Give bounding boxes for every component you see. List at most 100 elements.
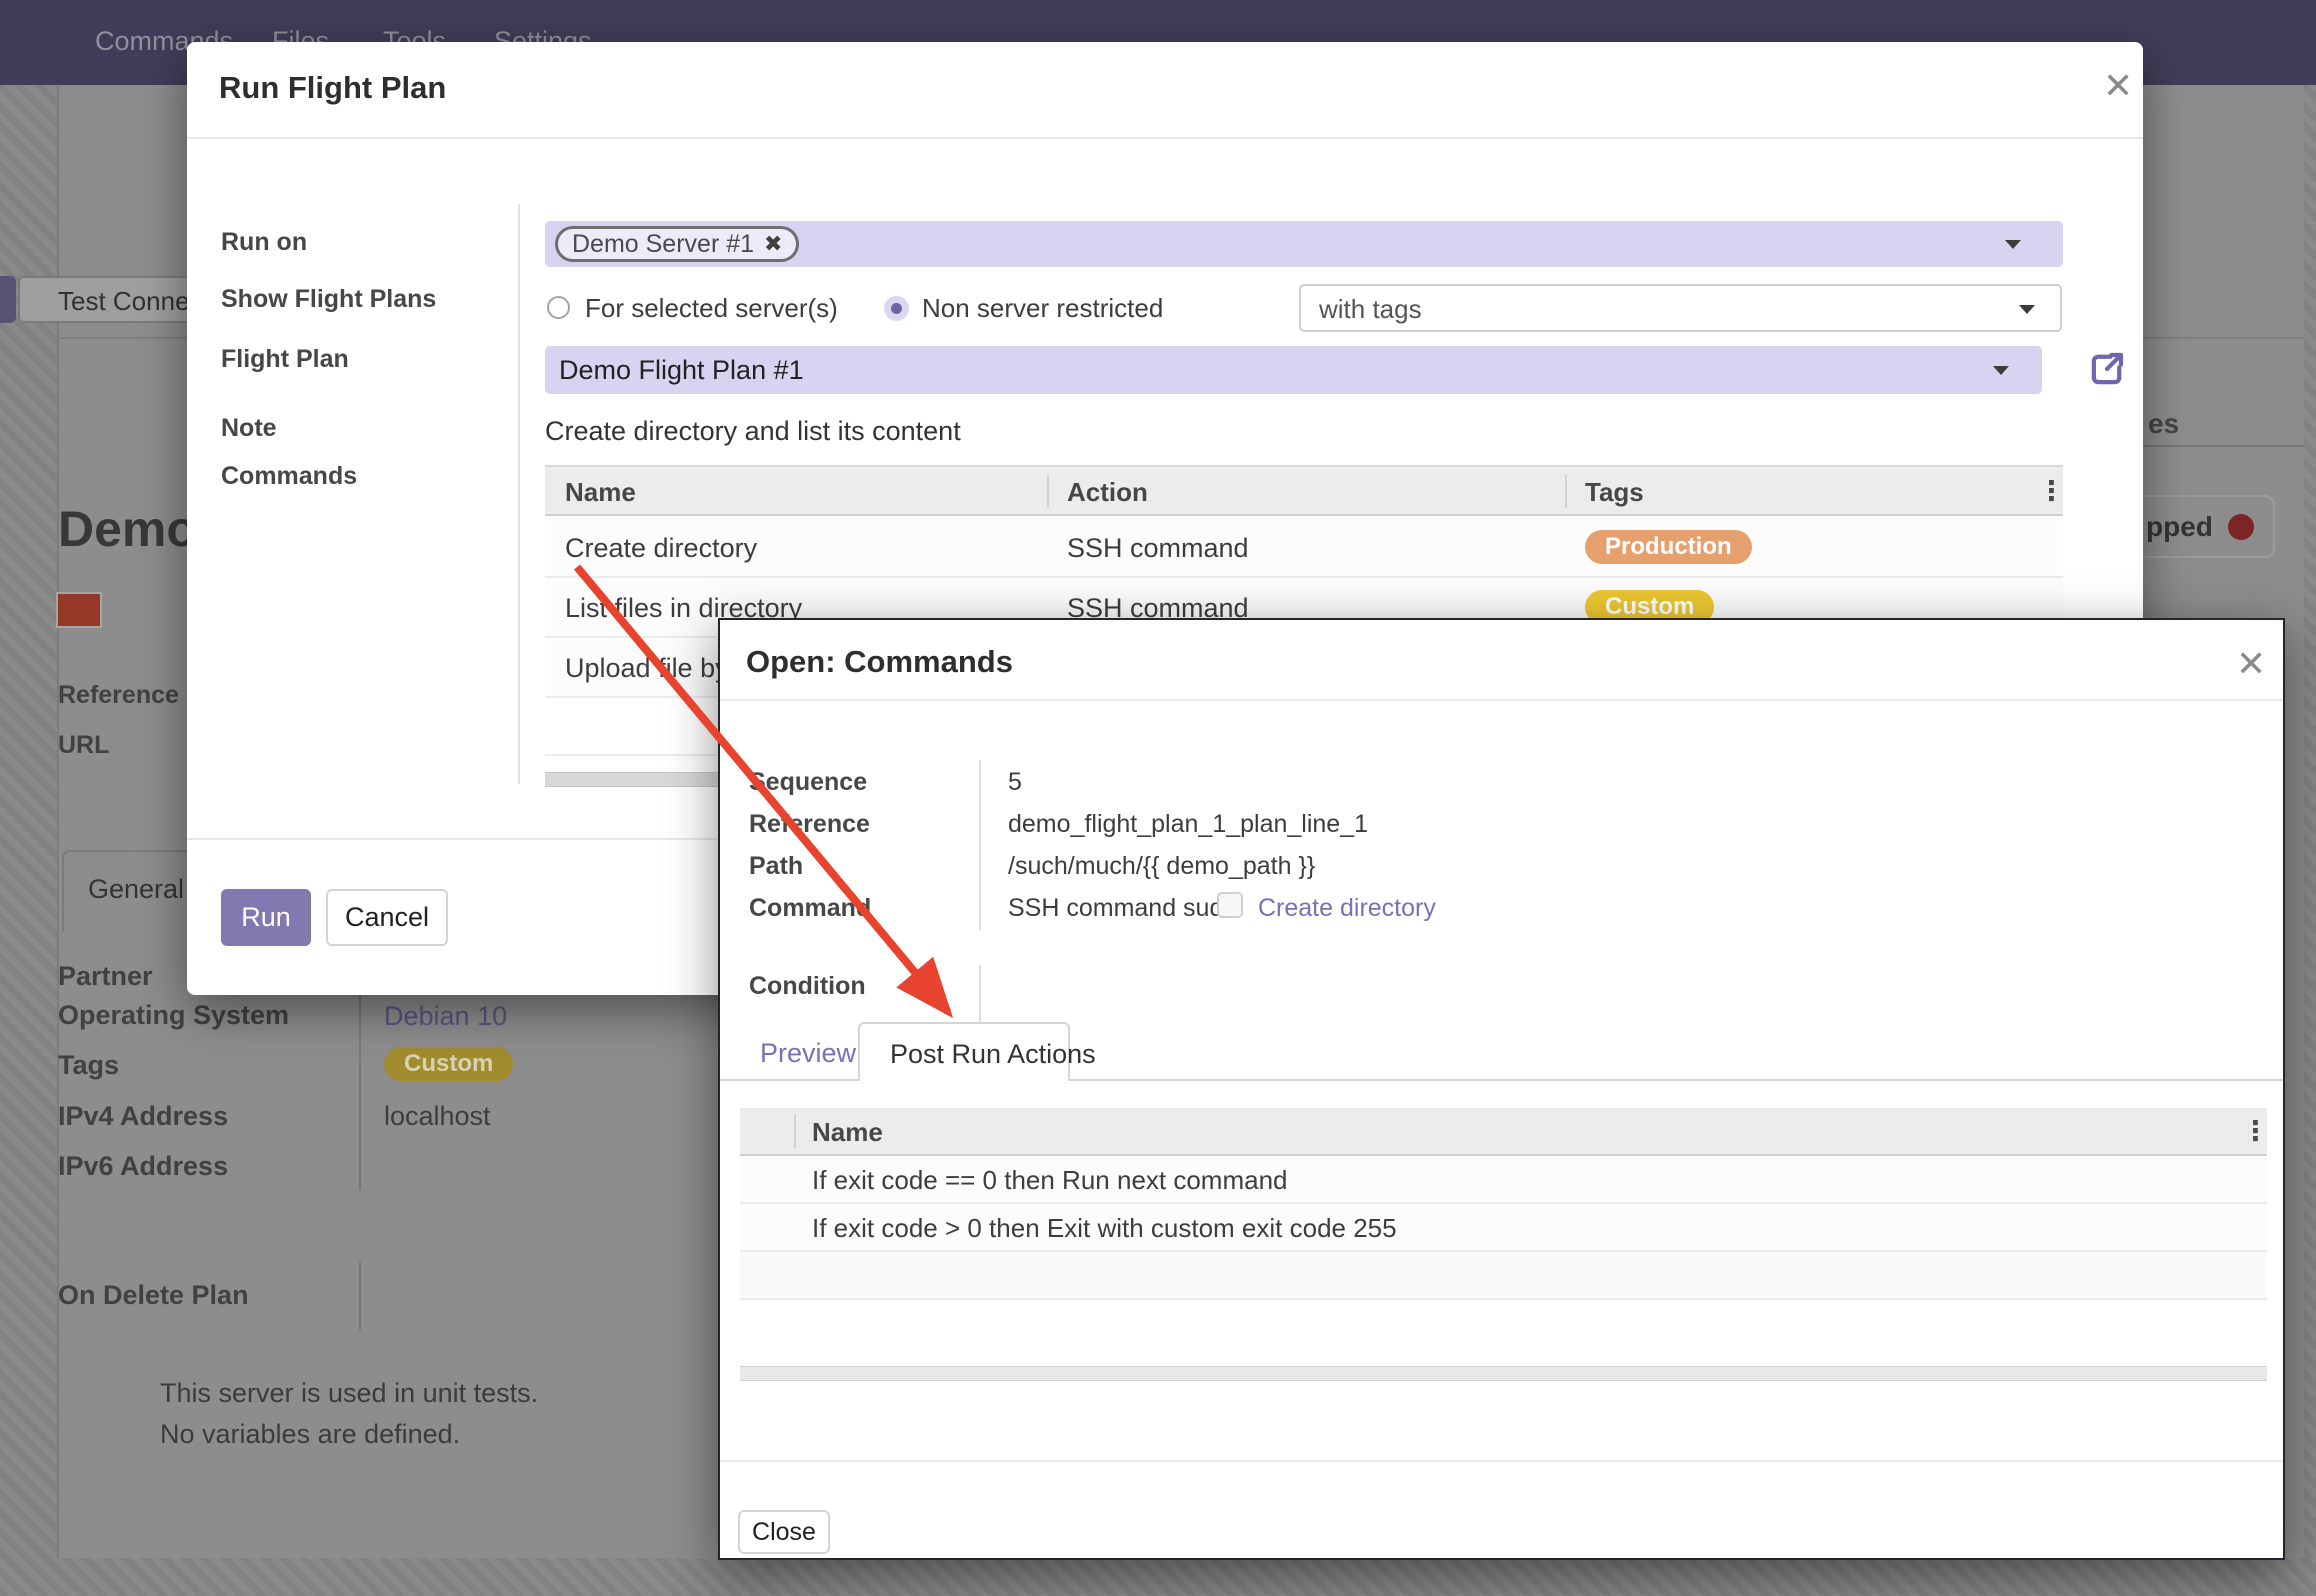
general-tab-label: General: [88, 874, 184, 905]
tab-preview[interactable]: Preview: [760, 1038, 856, 1069]
open-modal-title: Open: Commands: [746, 644, 1013, 680]
field-separator-line-2: [359, 1262, 361, 1330]
note-value: Create directory and list its content: [545, 416, 961, 447]
partner-label: Partner: [58, 961, 153, 992]
reference-label: Reference: [58, 681, 179, 710]
condition-label: Condition: [749, 972, 866, 1001]
run-on-caret-icon: [2005, 240, 2021, 249]
note-label: Note: [221, 414, 277, 443]
server-tag-chip-label: Demo Server #1: [572, 230, 754, 259]
command-label: Command: [749, 894, 871, 923]
test-connection-label: Test Connec: [58, 286, 203, 317]
ipv4-value: localhost: [384, 1101, 491, 1132]
flight-plan-select[interactable]: Demo Flight Plan #1: [545, 346, 2042, 394]
post-run-actions-table: Name ⋮ If exit code == 0 then Run next c…: [740, 1108, 2267, 1302]
commands-label: Commands: [221, 462, 357, 491]
with-tags-select[interactable]: with tags: [1299, 284, 2062, 332]
server-tag-remove-icon[interactable]: ✖: [764, 231, 782, 257]
radio-for-selected-servers[interactable]: [547, 296, 570, 319]
reference-field-value: demo_flight_plan_1_plan_line_1: [1008, 810, 1368, 839]
sequence-value: 5: [1008, 768, 1022, 797]
ipv4-label: IPv4 Address: [58, 1101, 228, 1132]
server-heading: Demo: [58, 500, 197, 558]
radio-for-selected-servers-label[interactable]: For selected server(s): [585, 293, 838, 324]
action-row-name: If exit code == 0 then Run next command: [812, 1165, 1288, 1196]
row-name: Upload file by: [565, 653, 729, 684]
with-tags-caret-icon: [2019, 305, 2035, 314]
flight-plan-caret-icon: [1993, 366, 2009, 375]
table-row[interactable]: Create directory SSH command Production: [545, 518, 2063, 578]
run-on-label: Run on: [221, 228, 307, 257]
header-divider-1: [1047, 475, 1049, 508]
page-bottom-margin: [0, 1558, 2316, 1596]
tags-label: Tags: [58, 1050, 119, 1081]
sequence-label: Sequence: [749, 768, 867, 797]
open-modal-header-divider: [720, 699, 2283, 701]
os-value-link: Debian 10: [384, 1001, 507, 1032]
page-right-margin: [2304, 85, 2316, 1596]
header-selector-divider: [794, 1114, 796, 1148]
actions-table-options-icon[interactable]: ⋮: [2242, 1118, 2269, 1145]
open-modal-footer-divider: [720, 1460, 2283, 1462]
flight-plan-value: Demo Flight Plan #1: [559, 355, 804, 386]
new-button-partial: [0, 276, 16, 323]
row-action: SSH command: [1067, 533, 1249, 564]
row-name: Create directory: [565, 533, 757, 564]
run-modal-title: Run Flight Plan: [219, 70, 446, 106]
open-commands-modal: Open: Commands ✕ Sequence 5 Reference de…: [718, 618, 2285, 1560]
run-on-select[interactable]: Demo Server #1 ✖: [545, 221, 2063, 267]
row-tag-badge: Production: [1585, 530, 1752, 564]
status-pill-label: pped: [2146, 511, 2213, 543]
url-label: URL: [58, 731, 109, 760]
tab-post-run-actions-label: Post Run Actions: [890, 1039, 1096, 1070]
with-tags-value: with tags: [1319, 294, 1422, 325]
os-label: Operating System: [58, 1000, 289, 1031]
path-value: /such/much/{{ demo_path }}: [1008, 852, 1315, 881]
header-divider-2: [1565, 475, 1567, 508]
show-flight-plans-label: Show Flight Plans: [221, 285, 436, 314]
unit-test-note-line1: This server is used in unit tests.: [160, 1378, 538, 1409]
ipv6-label: IPv6 Address: [58, 1151, 228, 1182]
action-row[interactable]: If exit code == 0 then Run next command: [740, 1156, 2267, 1204]
action-empty-row: [740, 1252, 2267, 1300]
col-header-tags[interactable]: Tags: [1585, 477, 1644, 508]
unit-test-note-line2: No variables are defined.: [160, 1419, 460, 1450]
server-tag-chip[interactable]: Demo Server #1 ✖: [555, 226, 799, 262]
server-color-swatch: [56, 592, 102, 628]
flight-plan-label: Flight Plan: [221, 345, 349, 374]
right-header-border: [2143, 445, 2304, 447]
run-button[interactable]: Run: [221, 889, 311, 946]
action-row-name: If exit code > 0 then Exit with custom e…: [812, 1213, 1397, 1244]
run-modal-header-divider: [187, 137, 2143, 139]
actions-horizontal-scrollbar[interactable]: [740, 1366, 2267, 1381]
reference-field-label: Reference: [749, 810, 870, 839]
radio-non-server-restricted[interactable]: [884, 296, 909, 321]
radio-non-server-restricted-label[interactable]: Non server restricted: [922, 293, 1163, 324]
field-column-divider: [979, 760, 981, 930]
cancel-button[interactable]: Cancel: [326, 889, 448, 946]
open-modal-close-icon[interactable]: ✕: [2236, 646, 2266, 682]
close-button[interactable]: Close: [738, 1510, 830, 1554]
status-dot: [2228, 514, 2254, 540]
server-tag-badge: Custom: [384, 1047, 513, 1081]
radio-selected-dot: [891, 303, 902, 314]
actions-col-header-name[interactable]: Name: [812, 1117, 883, 1148]
col-header-name[interactable]: Name: [565, 477, 636, 508]
on-delete-plan-label: On Delete Plan: [58, 1280, 249, 1311]
col-header-action[interactable]: Action: [1067, 477, 1148, 508]
create-directory-link[interactable]: Create directory: [1258, 894, 1436, 923]
sudo-checkbox[interactable]: [1217, 892, 1243, 918]
commands-table-header: Name Action Tags ⋮: [545, 465, 2063, 516]
table-options-icon[interactable]: ⋮: [2038, 478, 2065, 505]
actions-table-header: Name ⋮: [740, 1108, 2267, 1156]
right-partial-text: es: [2148, 408, 2179, 440]
command-value: SSH command sudo: [1008, 894, 1237, 923]
run-modal-close-icon[interactable]: ✕: [2103, 68, 2133, 104]
tab-post-run-actions[interactable]: Post Run Actions: [858, 1022, 1070, 1081]
external-link-icon[interactable]: [2086, 348, 2128, 390]
action-row[interactable]: If exit code > 0 then Exit with custom e…: [740, 1204, 2267, 1252]
status-pill: pped: [2130, 495, 2275, 558]
label-column-divider: [518, 204, 520, 784]
screen: vers Commands Files Tools Settings Test …: [0, 0, 2316, 1596]
path-label: Path: [749, 852, 803, 881]
